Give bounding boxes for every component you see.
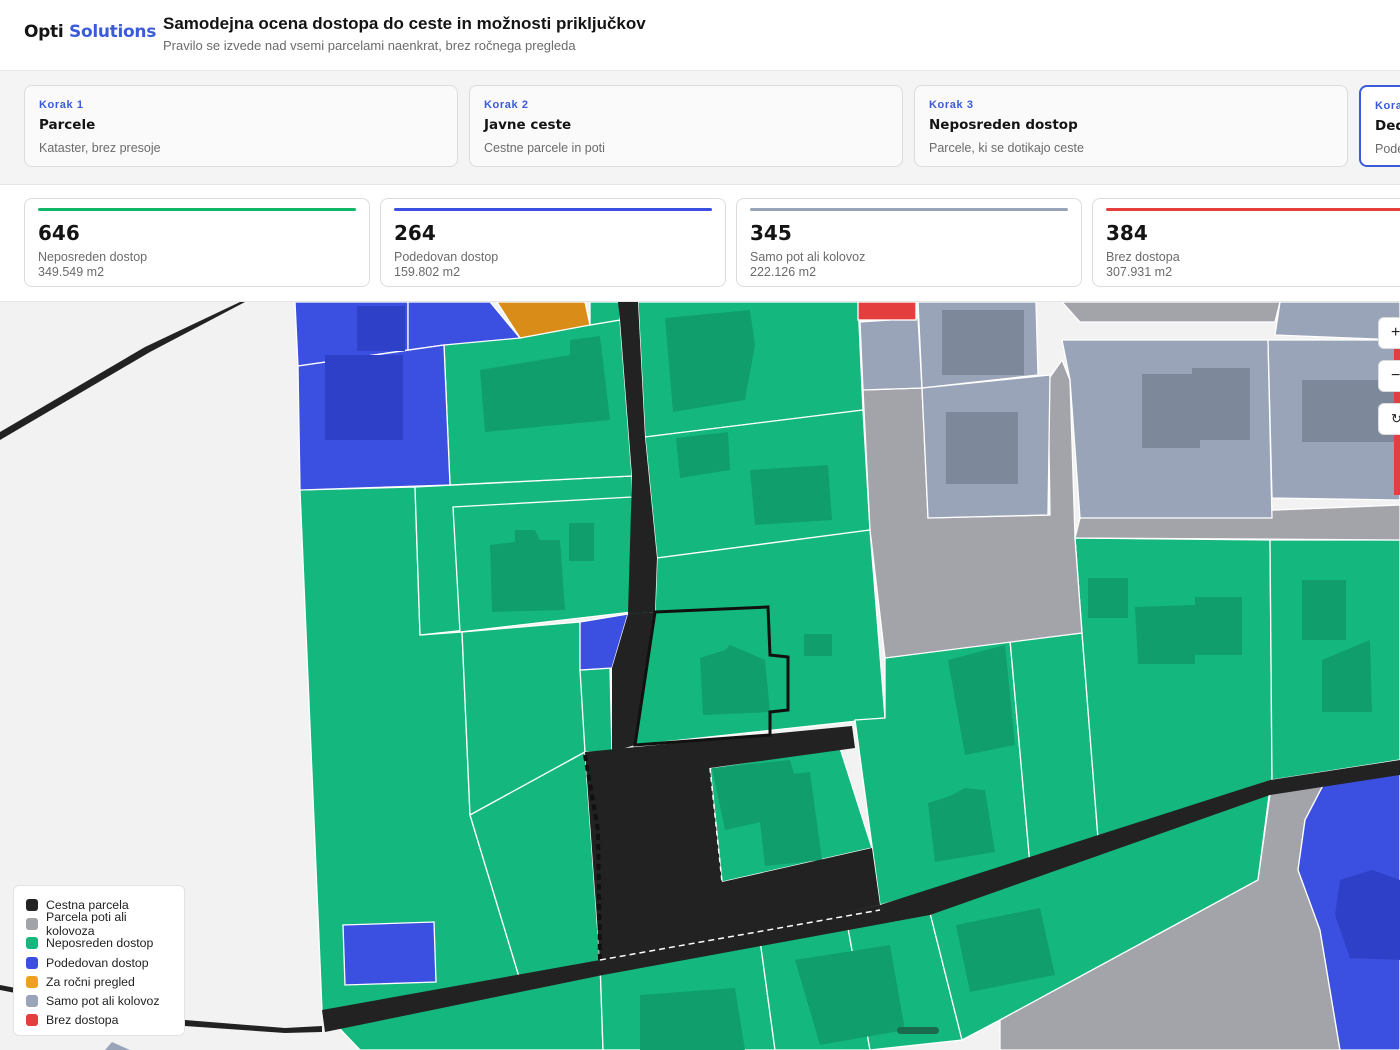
- building: [640, 988, 745, 1050]
- map-legend: Cestna parcela Parcela poti ali kolovoza…: [13, 885, 185, 1036]
- stat-label: Neposreden dostop: [38, 250, 148, 264]
- step-card-1[interactable]: Korak 1 Parcele Kataster, brez presoje: [24, 85, 458, 167]
- stat-label: Podedovan dostop: [394, 250, 499, 264]
- stat-value: 264: [394, 221, 436, 245]
- legend-item: Za ročni pregled: [26, 972, 172, 991]
- step-card-3[interactable]: Korak 3 Neposreden dostop Parcele, ki se…: [914, 85, 1348, 167]
- step-desc: Parcele, ki se dotikajo ceste: [929, 141, 1084, 155]
- step-title: Parcele: [39, 117, 96, 133]
- step-title: Javne ceste: [484, 117, 572, 133]
- legend-label: Parcela poti ali kolovoza: [46, 909, 127, 938]
- page-title: Samodejna ocena dostopa do ceste in možn…: [163, 14, 646, 33]
- step-desc: Cestne parcele in poti: [484, 141, 605, 155]
- legend-swatch: [26, 975, 38, 988]
- stat-area: 222.126 m2: [750, 265, 817, 279]
- logo-text-solutions: Solutions: [69, 22, 157, 42]
- step-card-4[interactable]: Kora Ded Pode: [1359, 85, 1400, 167]
- stat-value: 345: [750, 221, 792, 245]
- building: [1088, 578, 1128, 618]
- stat-card-direct-access: 646 Neposreden dostop 349.549 m2: [24, 198, 370, 287]
- parcel-inherited[interactable]: [342, 921, 437, 986]
- legend-swatch: [26, 917, 38, 930]
- stat-card-no-access: 384 Brez dostopa 307.931 m2: [1092, 198, 1400, 287]
- legend-swatch: [26, 956, 38, 969]
- legend-item: Parcela poti ali kolovoza: [26, 910, 172, 938]
- logo-text-opti: Opti: [24, 22, 64, 42]
- stat-value: 384: [1106, 221, 1148, 245]
- legend-item: Samo pot ali kolovoz: [26, 991, 172, 1010]
- stat-value: 646: [38, 221, 80, 245]
- legend-label: Podedovan dostop: [46, 955, 149, 970]
- building: [946, 412, 1018, 484]
- building: [665, 310, 755, 412]
- step-desc: Pode: [1375, 142, 1400, 156]
- building: [1135, 597, 1242, 664]
- building: [357, 306, 405, 351]
- map-canvas[interactable]: [0, 302, 1400, 1050]
- stat-card-path-only: 345 Samo pot ali kolovoz 222.126 m2: [736, 198, 1082, 287]
- step-kicker: Korak 2: [484, 99, 529, 111]
- legend-label: Samo pot ali kolovoz: [46, 994, 160, 1009]
- legend-swatch: [26, 898, 38, 911]
- stat-color-bar: [1106, 208, 1400, 211]
- zoom-in-button[interactable]: +: [1378, 317, 1400, 349]
- logo[interactable]: Opti Solutions: [24, 22, 156, 42]
- page-subtitle: Pravilo se izvede nad vsemi parcelami na…: [163, 38, 576, 53]
- legend-label: Za ročni pregled: [46, 974, 135, 989]
- stat-color-bar: [38, 208, 356, 211]
- parcel-direct[interactable]: [634, 529, 886, 746]
- building: [1142, 368, 1250, 448]
- legend-item: Neposreden dostop: [26, 934, 172, 953]
- legend-swatch: [26, 937, 38, 950]
- legend-swatch: [26, 995, 38, 1008]
- zoom-out-button[interactable]: −: [1378, 360, 1400, 392]
- step-strip: Korak 1 Parcele Kataster, brez presoje K…: [0, 71, 1400, 185]
- legend-swatch: [26, 1014, 38, 1027]
- stat-area: 159.802 m2: [394, 265, 461, 279]
- parcel-map[interactable]: + − ↻: [0, 302, 1400, 1050]
- step-kicker: Korak 1: [39, 99, 84, 111]
- building: [942, 310, 1024, 375]
- step-title: Ded: [1375, 118, 1400, 134]
- reset-view-button[interactable]: ↻: [1378, 403, 1400, 435]
- stats-strip: 646 Neposreden dostop 349.549 m2 264 Pod…: [0, 185, 1400, 302]
- building: [804, 634, 832, 656]
- building: [325, 355, 403, 440]
- stat-area: 349.549 m2: [38, 265, 105, 279]
- parcel-path-only[interactable]: [859, 317, 923, 391]
- step-card-2[interactable]: Korak 2 Javne ceste Cestne parcele in po…: [469, 85, 903, 167]
- stat-color-bar: [750, 208, 1068, 211]
- step-title: Neposreden dostop: [929, 117, 1078, 133]
- building: [676, 432, 730, 478]
- step-desc: Kataster, brez presoje: [39, 141, 161, 155]
- map-drag-handle[interactable]: [897, 1027, 939, 1034]
- legend-item: Brez dostopa: [26, 1011, 172, 1030]
- parcel-no-access[interactable]: [857, 302, 917, 321]
- legend-label: Brez dostopa: [46, 1013, 119, 1028]
- app-header: Opti Solutions Samodejna ocena dostopa d…: [0, 0, 1400, 71]
- parcel-direct[interactable]: [579, 667, 613, 753]
- stat-color-bar: [394, 208, 712, 211]
- legend-item: Podedovan dostop: [26, 953, 172, 972]
- stat-label: Samo pot ali kolovoz: [750, 250, 866, 264]
- building: [569, 523, 594, 561]
- stat-card-inherited-access: 264 Podedovan dostop 159.802 m2: [380, 198, 726, 287]
- stat-area: 307.931 m2: [1106, 265, 1173, 279]
- building: [1302, 580, 1346, 640]
- legend-label: Neposreden dostop: [46, 936, 154, 951]
- building: [750, 465, 832, 525]
- step-kicker: Kora: [1375, 100, 1400, 112]
- stat-label: Brez dostopa: [1106, 250, 1180, 264]
- parcel-path[interactable]: [1061, 302, 1281, 323]
- step-kicker: Korak 3: [929, 99, 974, 111]
